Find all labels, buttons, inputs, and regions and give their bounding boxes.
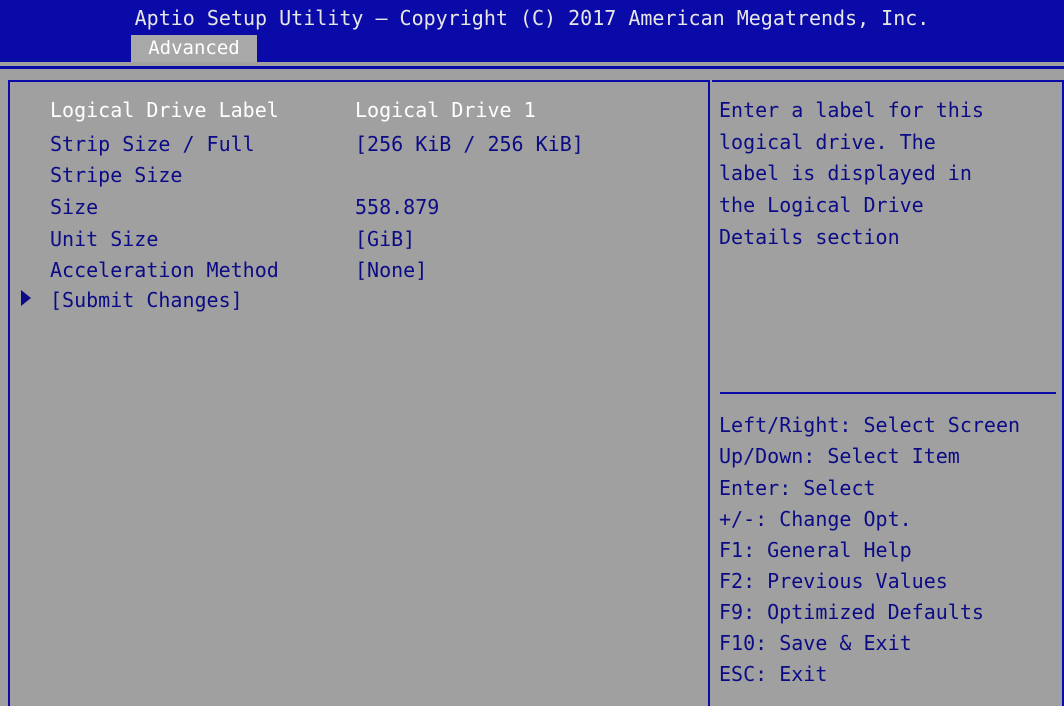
key-help-left-right: Left/Right: Select Screen (719, 413, 1021, 437)
tab-advanced[interactable]: Advanced (131, 35, 257, 62)
submenu-arrow-icon (21, 290, 31, 306)
setting-label: Strip Size / Full (50, 132, 255, 156)
setting-value[interactable]: [None] (355, 255, 427, 285)
key-help-change: +/-: Change Opt. (719, 507, 912, 531)
setting-strip-size[interactable]: Strip Size / Full [256 KiB / 256 KiB] (50, 129, 584, 159)
setting-label: Logical Drive Label (50, 98, 279, 122)
help-text-line: logical drive. The (719, 130, 936, 154)
setting-unit-size[interactable]: Unit Size [GiB] (50, 224, 415, 254)
setting-value: 558.879 (355, 195, 440, 219)
setting-value[interactable]: [GiB] (355, 224, 415, 254)
setting-stripe-size: Stripe Size (50, 160, 182, 190)
key-help-up-down: Up/Down: Select Item (719, 444, 960, 468)
utility-title: Aptio Setup Utility – Copyright (C) 2017… (134, 6, 930, 30)
key-help-enter: Enter: Select (719, 476, 876, 500)
setting-value[interactable]: Logical Drive 1 (355, 95, 536, 125)
setting-label: Stripe Size (50, 163, 183, 187)
help-text-line: the Logical Drive (719, 193, 924, 217)
setting-label: Size (50, 195, 99, 219)
key-help-f10: F10: Save & Exit (719, 631, 912, 655)
setting-label: Unit Size (50, 227, 159, 251)
setting-label: Acceleration Method (50, 258, 279, 282)
help-text-line: Enter a label for this (719, 98, 984, 122)
top-border (0, 66, 1064, 69)
key-help-f1: F1: General Help (719, 538, 912, 562)
key-help-f2: F2: Previous Values (719, 569, 948, 593)
setting-label: [Submit Changes] (50, 288, 243, 312)
setting-value[interactable]: [256 KiB / 256 KiB] (355, 129, 584, 159)
key-help-esc: ESC: Exit (719, 662, 828, 686)
help-text-line: Details section (719, 225, 900, 249)
setting-size: Size 558.879 (50, 192, 439, 222)
setting-logical-drive-label[interactable]: Logical Drive Label Logical Drive 1 (50, 95, 536, 125)
submit-changes-item[interactable]: [Submit Changes] (50, 285, 243, 315)
key-help-f9: F9: Optimized Defaults (719, 600, 984, 624)
help-text-line: label is displayed in (719, 161, 972, 185)
help-divider (720, 392, 1056, 394)
setting-acceleration-method[interactable]: Acceleration Method [None] (50, 255, 427, 285)
